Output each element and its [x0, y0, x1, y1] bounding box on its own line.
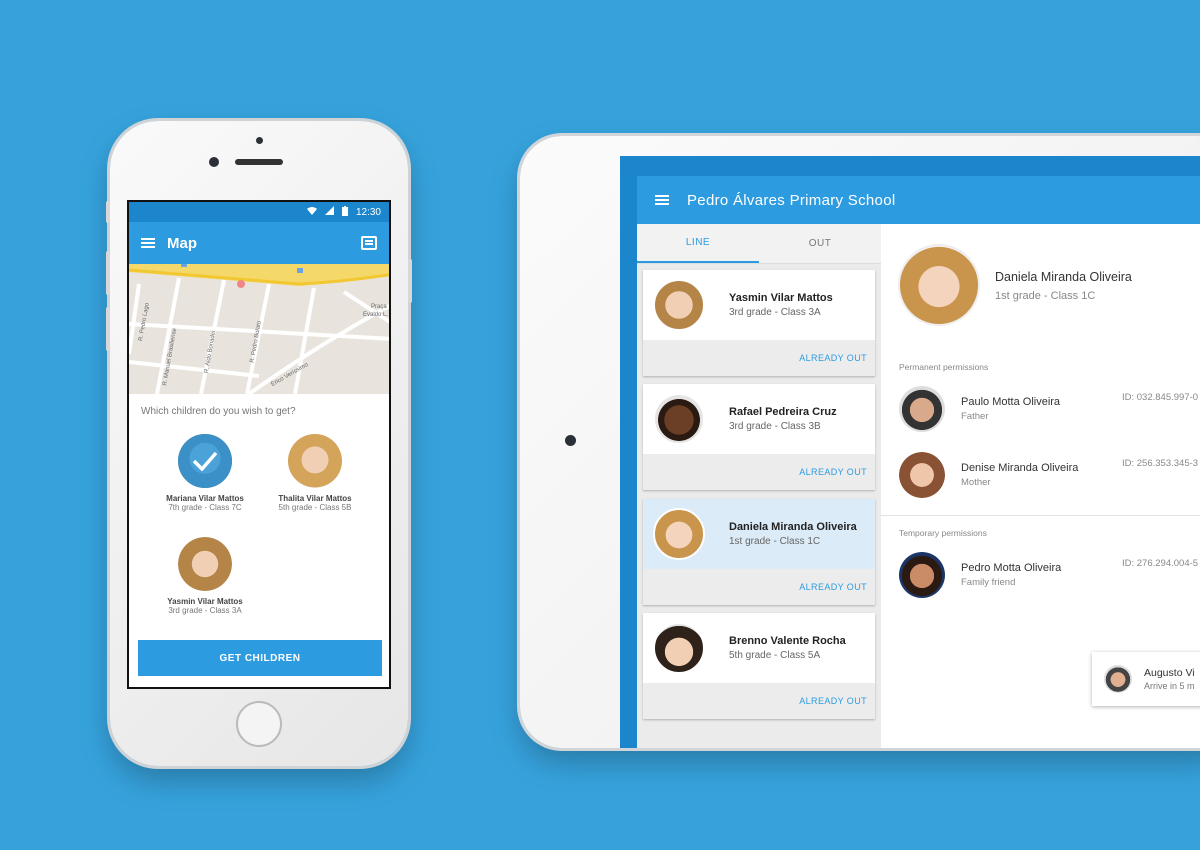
student-grade: 1st grade - Class 1C — [729, 536, 821, 547]
tab-line[interactable]: LINE — [637, 224, 759, 263]
temporary-permissions-heading: Temporary permissions — [899, 528, 987, 538]
guardian-row[interactable]: Paulo Motta Oliveira Father — [899, 384, 1060, 434]
status-bar: 12:30 — [129, 202, 389, 222]
mute-switch — [106, 201, 110, 223]
child-name: Yasmin Vilar Mattos — [167, 597, 243, 606]
section-divider — [881, 515, 1200, 516]
student-card-selected[interactable]: Daniela Miranda Oliveira 1st grade - Cla… — [643, 499, 875, 605]
child-name: Thalita Vilar Mattos — [278, 494, 352, 503]
student-grade: 3rd grade - Class 3A — [729, 307, 821, 318]
student-avatar — [653, 508, 705, 560]
guardian-name: Paulo Motta Oliveira — [961, 396, 1061, 408]
menu-icon[interactable] — [655, 195, 669, 205]
map-place-label: Evaldo L. — [363, 312, 389, 318]
get-children-button[interactable]: GET CHILDREN — [138, 640, 382, 676]
guardian-relation: Family friend — [961, 577, 1016, 588]
guardian-relation: Mother — [961, 477, 991, 488]
child-option[interactable]: Thalita Vilar Mattos 5th grade - Class 5… — [260, 434, 370, 512]
student-name: Yasmin Vilar Mattos — [729, 292, 833, 304]
phone-device: 12:30 Map R. Pedro Lago R. Manuel Brasil… — [106, 121, 412, 766]
tablet-status-bar — [637, 156, 1200, 176]
guardian-row[interactable]: Denise Miranda Oliveira Mother — [899, 450, 1078, 500]
guardian-avatar — [899, 386, 945, 432]
notification-subtitle: Arrive in 5 m — [1144, 681, 1195, 691]
student-avatar — [653, 393, 705, 445]
tab-out[interactable]: OUT — [759, 224, 881, 263]
child-option[interactable]: Yasmin Vilar Mattos 3rd grade - Class 3A — [150, 537, 260, 615]
guardian-name: Denise Miranda Oliveira — [961, 462, 1079, 474]
student-grade: 5th grade - Class 5A — [729, 650, 821, 661]
status-time: 12:30 — [355, 206, 381, 218]
page-title: Map — [167, 234, 197, 252]
wifi-icon — [306, 206, 317, 218]
earpiece-speaker — [235, 159, 283, 165]
child-avatar — [178, 434, 232, 488]
notification-name: Augusto Vi — [1144, 667, 1195, 679]
tablet-screen: Pedro Álvares Primary School LINE OUT Ya… — [620, 156, 1200, 748]
guardian-row[interactable]: Pedro Motta Oliveira Family friend — [899, 550, 1061, 600]
student-detail-panel: Daniela Miranda Oliveira 1st grade - Cla… — [881, 224, 1200, 748]
tablet-device: Pedro Álvares Primary School LINE OUT Ya… — [520, 136, 1200, 748]
guardian-id: ID: 256.353.345-3 — [1122, 458, 1199, 469]
check-icon — [178, 434, 232, 488]
tablet-camera — [565, 435, 576, 446]
student-grade: 3rd grade - Class 3B — [729, 421, 821, 432]
volume-up-button — [106, 251, 110, 295]
already-out-button[interactable]: ALREADY OUT — [643, 683, 875, 719]
student-name: Daniela Miranda Oliveira — [729, 521, 857, 533]
selected-student-grade: 1st grade - Class 1C — [995, 290, 1096, 302]
volume-down-button — [106, 307, 110, 351]
child-grade: 7th grade - Class 7C — [168, 503, 242, 512]
student-name: Brenno Valente Rocha — [729, 635, 846, 647]
guardian-avatar — [899, 552, 945, 598]
phone-app-bar: Map — [129, 222, 389, 264]
student-name: Rafael Pedreira Cruz — [729, 406, 837, 418]
guardian-name: Pedro Motta Oliveira — [961, 562, 1062, 574]
selected-student-name: Daniela Miranda Oliveira — [995, 270, 1132, 284]
child-name: Mariana Vilar Mattos — [166, 494, 244, 503]
student-list-panel: LINE OUT Yasmin Vilar Mattos 3rd grade -… — [637, 224, 881, 748]
already-out-button[interactable]: ALREADY OUT — [643, 569, 875, 605]
battery-icon — [341, 205, 348, 219]
child-option[interactable]: Mariana Vilar Mattos 7th grade - Class 7… — [150, 434, 260, 512]
arrival-notification[interactable]: Augusto Vi Arrive in 5 m — [1092, 652, 1200, 706]
already-out-button[interactable]: ALREADY OUT — [643, 454, 875, 490]
guardian-id: ID: 032.845.997-0 — [1122, 392, 1199, 403]
map-view[interactable]: R. Pedro Lago R. Manuel Brasiliense R. A… — [129, 264, 389, 394]
tablet-app-bar: Pedro Álvares Primary School — [637, 176, 1200, 224]
guardian-relation: Father — [961, 411, 989, 422]
child-avatar — [288, 434, 342, 488]
student-avatar — [653, 622, 705, 674]
front-camera — [209, 157, 219, 167]
selected-student-avatar — [898, 244, 980, 326]
guardian-avatar — [899, 452, 945, 498]
student-card[interactable]: Yasmin Vilar Mattos 3rd grade - Class 3A… — [643, 270, 875, 376]
student-card[interactable]: Brenno Valente Rocha 5th grade - Class 5… — [643, 613, 875, 719]
proximity-sensor — [256, 137, 263, 144]
message-icon[interactable] — [361, 236, 377, 250]
menu-icon[interactable] — [141, 238, 155, 248]
student-avatar — [653, 279, 705, 331]
home-button[interactable] — [236, 701, 282, 747]
map-place-label: Praça — [371, 304, 387, 310]
guardian-id: ID: 276.294.004-5 — [1122, 558, 1199, 569]
child-grade: 5th grade - Class 5B — [278, 503, 352, 512]
school-title: Pedro Álvares Primary School — [687, 191, 896, 209]
power-button — [408, 259, 412, 303]
student-card[interactable]: Rafael Pedreira Cruz 3rd grade - Class 3… — [643, 384, 875, 490]
child-grade: 3rd grade - Class 3A — [168, 606, 242, 615]
child-avatar — [178, 537, 232, 591]
already-out-button[interactable]: ALREADY OUT — [643, 340, 875, 376]
phone-screen: 12:30 Map R. Pedro Lago R. Manuel Brasil… — [127, 200, 391, 689]
permanent-permissions-heading: Permanent permissions — [899, 362, 989, 372]
signal-icon — [324, 206, 334, 218]
children-question: Which children do you wish to get? — [141, 406, 296, 417]
notification-avatar — [1104, 665, 1132, 693]
tab-bar: LINE OUT — [637, 224, 881, 264]
